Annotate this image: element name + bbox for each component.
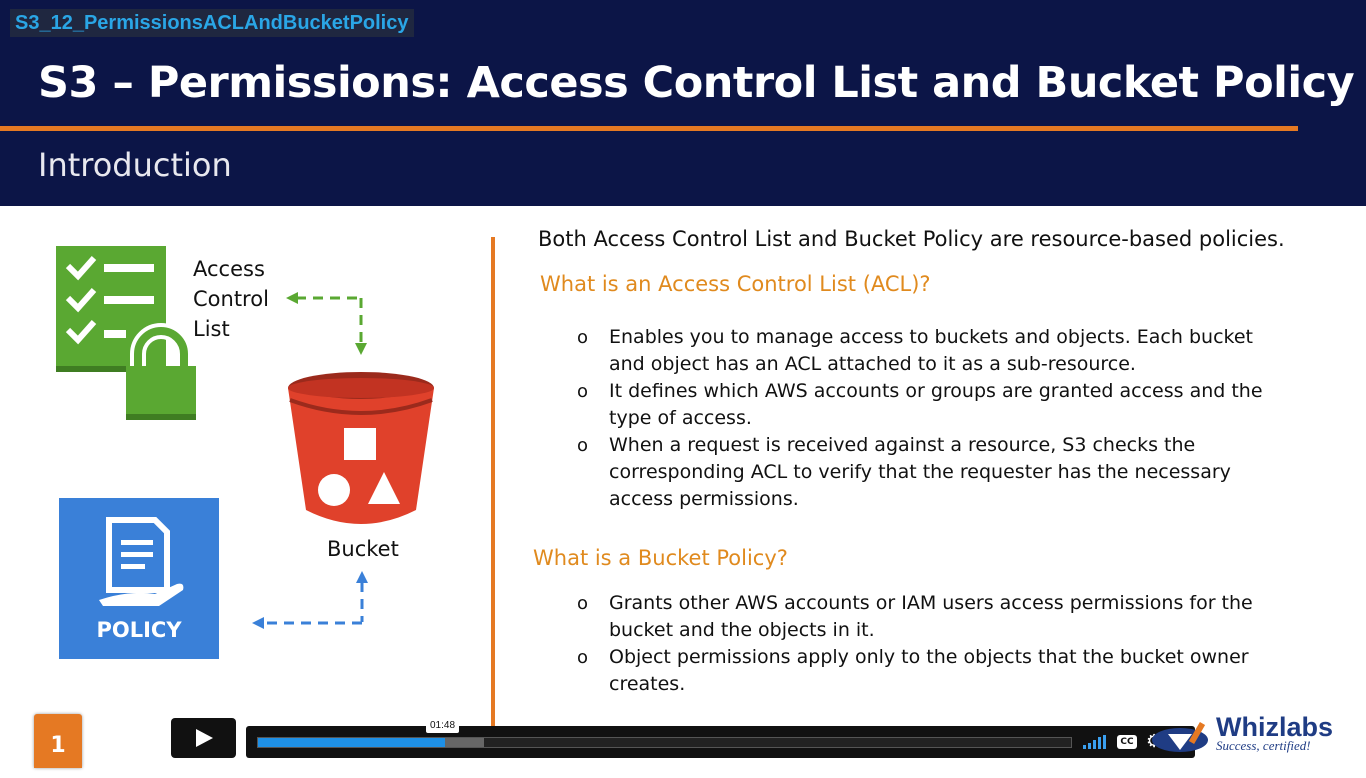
policy-arrowhead-left xyxy=(252,617,264,629)
policy-heading: What is a Bucket Policy? xyxy=(533,546,788,570)
bullet-marker: o xyxy=(577,435,589,456)
logo-mark-icon xyxy=(1152,721,1208,752)
list-item: o It defines which AWS accounts or groups… xyxy=(577,380,1263,429)
bullet-marker: o xyxy=(577,327,589,348)
list-item: o Object permissions apply only to the ob… xyxy=(577,646,1249,695)
content-divider xyxy=(491,237,495,742)
time-tooltip: 01:48 xyxy=(426,718,460,733)
acl-bullet-list: o Enables you to manage access to buckets… xyxy=(577,324,1277,513)
acl-heading: What is an Access Control List (ACL)? xyxy=(540,272,931,296)
bullet-marker: o xyxy=(577,647,589,668)
whizlabs-logo: Whizlabs Success, certified! xyxy=(1150,712,1345,768)
progress-track[interactable] xyxy=(257,737,1072,748)
acl-arrowhead-left xyxy=(286,292,298,304)
bullet-marker: o xyxy=(577,381,589,402)
policy-bullet-list: o Grants other AWS accounts or IAM users … xyxy=(577,590,1277,698)
play-button[interactable] xyxy=(171,718,236,758)
list-item: o Enables you to manage access to buckets… xyxy=(577,326,1253,375)
volume-icon[interactable] xyxy=(1083,735,1107,749)
slide-number: 1 xyxy=(34,714,82,768)
policy-arrow xyxy=(262,582,364,625)
player-controls: CC ⚙ ⤡ xyxy=(246,726,1195,758)
list-item: o Grants other AWS accounts or IAM users … xyxy=(577,592,1253,641)
logo-tagline: Success, certified! xyxy=(1216,738,1311,753)
intro-text: Both Access Control List and Bucket Poli… xyxy=(538,227,1285,251)
diagram-arrows xyxy=(252,292,368,629)
progress-fill xyxy=(258,738,445,747)
policy-arrowhead-up xyxy=(356,571,368,583)
cc-icon[interactable]: CC xyxy=(1117,735,1137,749)
list-item: o When a request is received against a re… xyxy=(577,434,1231,510)
acl-arrow xyxy=(296,296,363,345)
bullet-marker: o xyxy=(577,593,589,614)
play-icon xyxy=(196,729,213,747)
acl-arrowhead-down xyxy=(355,343,367,355)
